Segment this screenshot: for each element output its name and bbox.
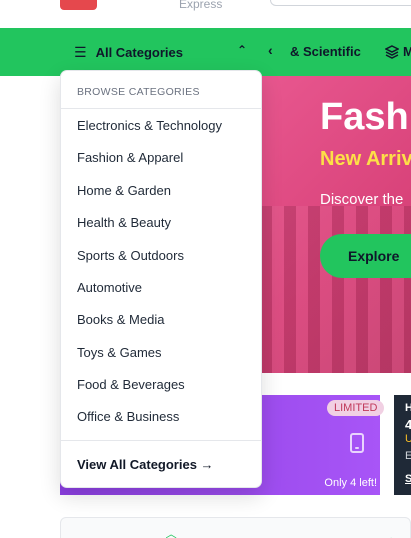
features-strip: ⬡ ○ xyxy=(60,517,411,538)
deal-title: H xyxy=(405,402,411,414)
search-input[interactable] xyxy=(270,0,411,6)
category-item-electronics[interactable]: Electronics & Technology xyxy=(77,118,222,133)
category-item-sports[interactable]: Sports & Outdoors xyxy=(77,248,184,263)
tablet-icon xyxy=(350,433,364,453)
deal-price: 4 xyxy=(405,417,411,432)
all-categories-label: All Categories xyxy=(95,44,183,60)
logo-mark[interactable] xyxy=(60,0,97,10)
category-item-office[interactable]: Office & Business xyxy=(77,409,179,424)
check-circle-icon: ○ xyxy=(387,532,395,538)
deal-link[interactable]: S xyxy=(405,473,411,485)
category-item-automotive[interactable]: Automotive xyxy=(77,280,142,295)
layers-icon xyxy=(385,44,399,59)
hero-title: Fash xyxy=(320,96,409,138)
divider xyxy=(61,108,261,109)
category-item-fashion[interactable]: Fashion & Apparel xyxy=(77,150,183,165)
all-categories-button[interactable]: ☰ All Categories ⌃ xyxy=(60,28,261,76)
limited-badge: LIMITED xyxy=(327,400,385,416)
top-header: Express xyxy=(0,0,411,28)
shield-icon: ⬡ xyxy=(165,532,177,538)
deal-note: E xyxy=(405,450,411,462)
hamburger-icon: ☰ xyxy=(74,43,87,60)
chevron-up-icon: ⌃ xyxy=(236,43,247,57)
categories-dropdown: BROWSE CATEGORIES Electronics & Technolo… xyxy=(60,70,262,488)
hero-subtitle: New Arriv xyxy=(320,148,411,170)
divider xyxy=(61,440,261,441)
nav-link-more-label: M xyxy=(403,44,411,59)
deal-highlight: U xyxy=(405,433,411,445)
category-navbar: ☰ All Categories ⌃ ‹ & Scientific M xyxy=(0,28,411,76)
stock-text: Only 4 left! xyxy=(324,477,377,489)
nav-link-scientific[interactable]: & Scientific xyxy=(290,44,361,59)
nav-link-more[interactable]: M xyxy=(385,44,411,59)
explore-button[interactable]: Explore xyxy=(320,234,411,278)
dropdown-header: BROWSE CATEGORIES xyxy=(77,86,200,98)
hero-image xyxy=(260,206,411,373)
category-item-food[interactable]: Food & Beverages xyxy=(77,377,185,392)
view-all-categories-link[interactable]: View All Categories → xyxy=(77,457,214,472)
hero-description: Discover the xyxy=(320,191,404,208)
category-item-health[interactable]: Health & Beauty xyxy=(77,215,171,230)
hero-banner: Fash New Arriv Discover the Explore xyxy=(260,76,411,373)
category-item-home[interactable]: Home & Garden xyxy=(77,183,171,198)
category-item-toys[interactable]: Toys & Games xyxy=(77,345,162,360)
chevron-left-icon[interactable]: ‹ xyxy=(268,42,273,58)
logo-subtitle: Express xyxy=(179,0,223,11)
category-item-books[interactable]: Books & Media xyxy=(77,312,164,327)
deal-card-dark[interactable]: H 4 U E S xyxy=(394,395,411,495)
